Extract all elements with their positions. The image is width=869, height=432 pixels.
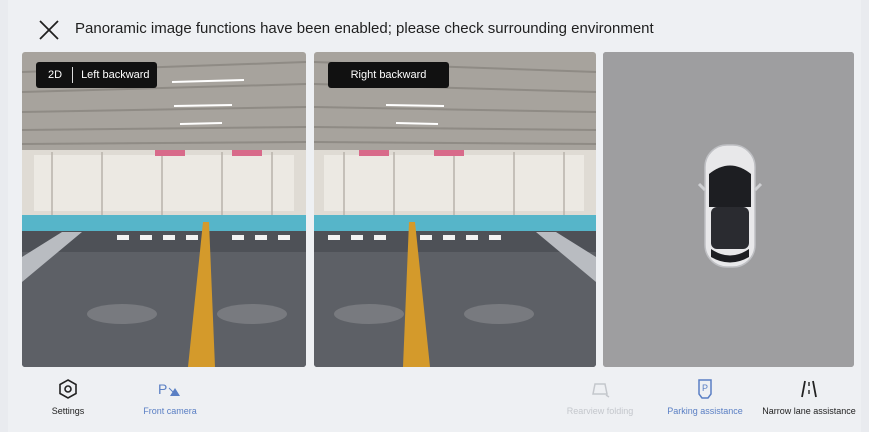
svg-text:P: P (158, 381, 167, 397)
header-title: Panoramic image functions have been enab… (75, 20, 654, 37)
view-mode-label[interactable]: 2D (36, 69, 72, 81)
rearview-folding-button[interactable]: Rearview folding (545, 378, 655, 417)
view-direction-label: Right backward (350, 69, 427, 81)
parking-assistance-button[interactable]: P Parking assistance (650, 378, 760, 417)
view-direction-label: Left backward (81, 69, 150, 81)
narrow-lane-icon (801, 380, 817, 398)
garage-scene-right (314, 52, 596, 367)
parking-assist-icon: P (698, 379, 712, 399)
header: Panoramic image functions have been enab… (0, 0, 869, 50)
narrow-lane-assistance-label: Narrow lane assistance (762, 406, 856, 416)
front-camera-button[interactable]: P Front camera (115, 378, 225, 417)
parking-assistance-label: Parking assistance (667, 406, 743, 416)
view-badge-right: Right backward (328, 62, 449, 88)
car-top-view (697, 144, 763, 268)
front-camera-label: Front camera (143, 406, 197, 416)
top-down-view[interactable] (603, 52, 854, 367)
view-badge-left: 2D Left backward (36, 62, 157, 88)
svg-text:P: P (702, 383, 708, 393)
rearview-folding-label: Rearview folding (566, 406, 634, 416)
right-camera-view[interactable]: Right backward (314, 52, 596, 367)
mirror-fold-icon (592, 383, 610, 398)
front-camera-icon: P (158, 381, 180, 397)
settings-button[interactable]: Settings (13, 378, 123, 417)
garage-scene-left (22, 52, 306, 367)
function-bar: Settings P Front camera Rearview folding… (0, 378, 869, 432)
narrow-lane-assistance-button[interactable]: Narrow lane assistance (754, 378, 864, 417)
settings-label: Settings (51, 406, 85, 416)
close-icon[interactable] (36, 17, 62, 43)
top-down-scene (603, 52, 854, 367)
left-camera-view[interactable]: 2D Left backward (22, 52, 306, 367)
settings-icon (59, 379, 77, 399)
